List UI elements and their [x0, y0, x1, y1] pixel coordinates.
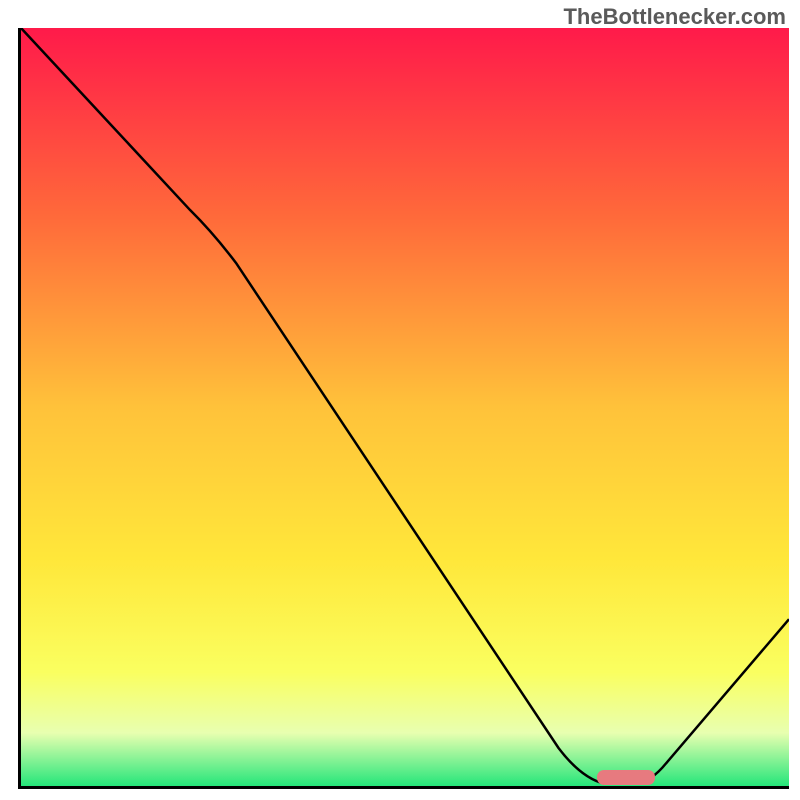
chart-container: TheBottlenecker.com — [0, 0, 800, 800]
watermark-text: TheBottlenecker.com — [563, 4, 786, 30]
plot-area — [18, 28, 789, 789]
curve-line — [21, 28, 789, 786]
optimal-marker — [597, 770, 655, 785]
